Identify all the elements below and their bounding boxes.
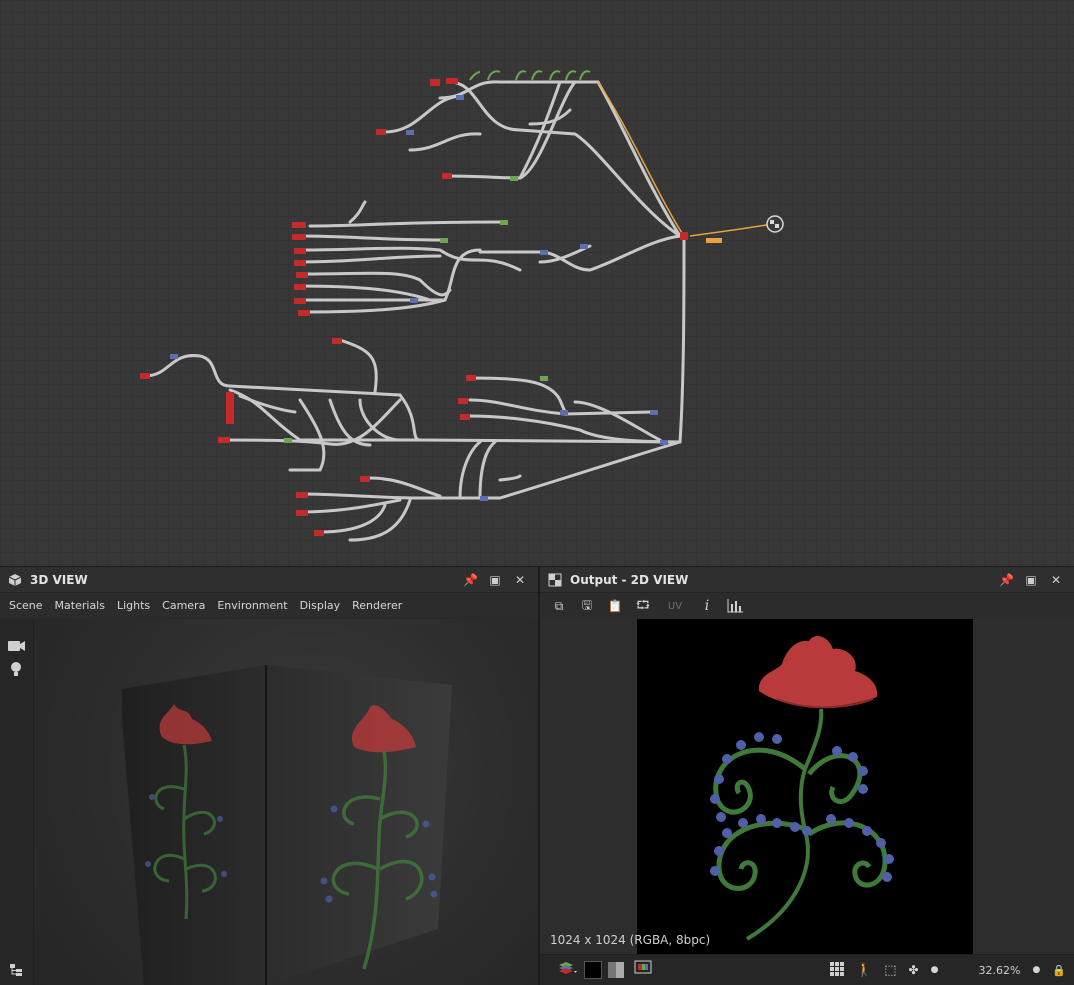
scene-tree-icon[interactable] — [9, 963, 23, 977]
share-nodes-icon[interactable]: ⮔ — [634, 597, 652, 615]
3d-viewport[interactable] — [34, 619, 538, 985]
channel-swatch[interactable] — [608, 962, 624, 978]
textured-cube — [122, 665, 452, 985]
3d-view-title: 3D VIEW — [30, 572, 88, 587]
black-swatch[interactable] — [584, 961, 602, 979]
3d-view-titlebar: 3D VIEW 📌 ▣ ✕ — [0, 567, 538, 593]
pin-icon[interactable]: 📌 — [463, 573, 478, 587]
color-picker-icon[interactable] — [634, 960, 652, 980]
2d-view-panel: Output - 2D VIEW 📌 ▣ ✕ ⧉ 🖫 📋 ⮔ UV i 1024… — [540, 567, 1074, 985]
menu-camera[interactable]: Camera — [162, 599, 205, 612]
center-view-icon[interactable]: ✤ — [909, 963, 919, 977]
menu-lights[interactable]: Lights — [117, 599, 150, 612]
menu-materials[interactable]: Materials — [55, 599, 105, 612]
menu-renderer[interactable]: Renderer — [352, 599, 402, 612]
pin-icon[interactable]: 📌 — [999, 573, 1014, 587]
light-bulb-icon[interactable] — [11, 662, 21, 676]
cube-icon — [8, 573, 22, 586]
histogram-icon[interactable] — [726, 597, 744, 615]
3d-view-menubar: Scene Materials Lights Camera Environmen… — [0, 593, 538, 617]
close-icon[interactable]: ✕ — [513, 573, 527, 587]
figure-icon[interactable]: 🚶 — [856, 963, 872, 978]
camera-icon[interactable] — [8, 641, 25, 651]
zoom-level[interactable]: 32.62% — [950, 964, 1020, 977]
resolution-label: 1024 x 1024 (RGBA, 8bpc) — [550, 933, 711, 947]
close-icon[interactable]: ✕ — [1049, 573, 1063, 587]
3d-view-panel: 3D VIEW 📌 ▣ ✕ Scene Materials Lights Cam… — [0, 567, 540, 985]
node-graph-canvas[interactable] — [0, 0, 1074, 567]
menu-environment[interactable]: Environment — [217, 599, 287, 612]
copy-icon[interactable]: ⧉ — [550, 597, 568, 615]
zoom-out-icon[interactable]: ● — [931, 965, 939, 975]
menu-display[interactable]: Display — [300, 599, 341, 612]
3d-view-sidebar — [0, 619, 34, 985]
output-texture — [637, 619, 973, 955]
clipboard-icon[interactable]: 📋 — [606, 597, 624, 615]
2d-view-titlebar: Output - 2D VIEW 📌 ▣ ✕ — [540, 567, 1074, 593]
layers-icon[interactable] — [558, 960, 578, 980]
node-graph-wires — [140, 70, 784, 542]
2d-view-toolbar: ⧉ 🖫 📋 ⮔ UV i — [540, 593, 1074, 619]
menu-scene[interactable]: Scene — [9, 599, 43, 612]
maximize-icon[interactable]: ▣ — [488, 573, 502, 587]
2d-view-title: Output - 2D VIEW — [570, 572, 689, 587]
fit-view-icon[interactable]: ⬚ — [884, 963, 896, 978]
grid-icon[interactable] — [830, 961, 845, 980]
checker-icon — [548, 573, 562, 586]
lock-icon[interactable]: 🔒 — [1052, 964, 1066, 977]
save-icon[interactable]: 🖫 — [578, 597, 596, 615]
output-node-icon — [766, 215, 784, 233]
info-icon[interactable]: i — [698, 597, 716, 615]
2d-view-statusbar: 🚶 ⬚ ✤ ● 32.62% ● 🔒 — [540, 954, 1074, 985]
zoom-in-icon[interactable]: ● — [1032, 965, 1040, 975]
2d-viewport[interactable]: 1024 x 1024 (RGBA, 8bpc) — [540, 619, 1074, 955]
uv-dropdown[interactable]: UV — [662, 597, 688, 615]
maximize-icon[interactable]: ▣ — [1024, 573, 1038, 587]
